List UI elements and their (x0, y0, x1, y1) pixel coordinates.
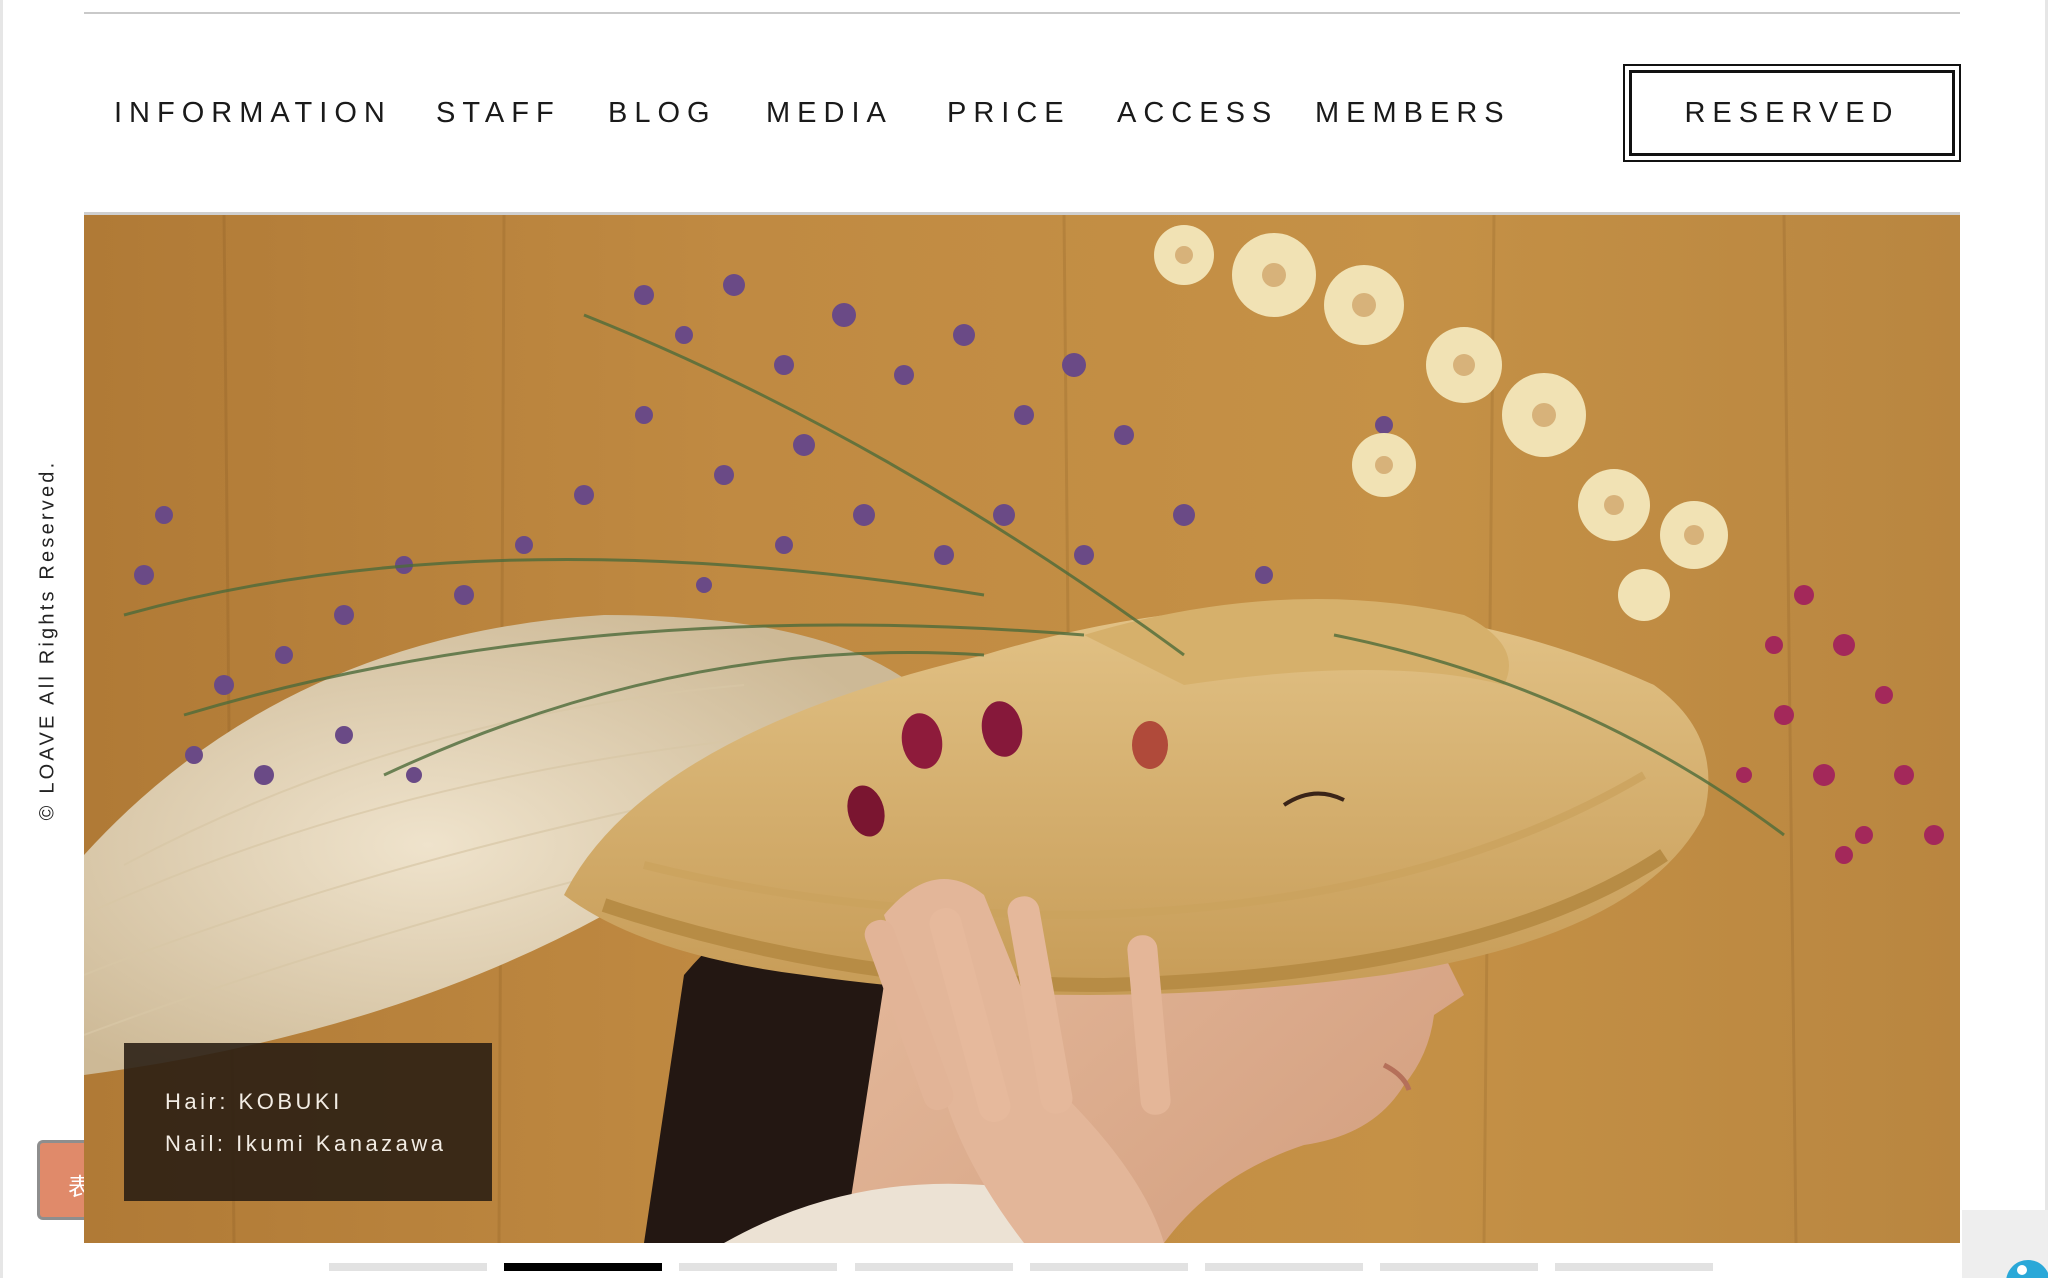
slider-dot-2[interactable] (504, 1263, 662, 1271)
chat-widget-button[interactable] (1962, 1210, 2048, 1278)
slider-dot-6[interactable] (1205, 1263, 1363, 1271)
reserved-button[interactable]: RESERVED (1623, 64, 1961, 162)
nav-item-price[interactable]: PRICE (947, 62, 1071, 164)
slider-pagination (329, 1263, 1719, 1271)
nav-item-access[interactable]: ACCESS (1117, 62, 1278, 164)
slider-dot-4[interactable] (855, 1263, 1013, 1271)
copyright-text: © LOAVE All Rights Reserved. (36, 459, 59, 821)
side-reservation-tab[interactable]: 表 (37, 1140, 85, 1220)
nav-item-staff[interactable]: STAFF (436, 62, 561, 164)
photo-credit-caption: Hair: KOBUKI Nail: Ikumi Kanazawa (124, 1043, 492, 1201)
caption-nail-credit: Nail: Ikumi Kanazawa (165, 1131, 447, 1156)
chat-widget-icon (2006, 1260, 2048, 1278)
slider-dot-8[interactable] (1555, 1263, 1713, 1271)
nav-item-blog[interactable]: BLOG (608, 62, 717, 164)
nav-item-members[interactable]: MEMBERS (1315, 62, 1511, 164)
top-divider (84, 12, 1960, 14)
left-border (0, 0, 3, 1278)
slider-dot-1[interactable] (329, 1263, 487, 1271)
page: INFORMATION STAFF BLOG MEDIA PRICE ACCES… (0, 0, 2048, 1278)
caption-hair-credit: Hair: KOBUKI (165, 1089, 343, 1114)
reserved-button-label: RESERVED (1629, 70, 1955, 156)
side-tab-glyph: 表 (68, 1167, 85, 1202)
nav-item-information[interactable]: INFORMATION (114, 62, 392, 164)
nav-item-media[interactable]: MEDIA (766, 62, 893, 164)
slider-dot-3[interactable] (679, 1263, 837, 1271)
slider-dot-5[interactable] (1030, 1263, 1188, 1271)
slider-dot-7[interactable] (1380, 1263, 1538, 1271)
